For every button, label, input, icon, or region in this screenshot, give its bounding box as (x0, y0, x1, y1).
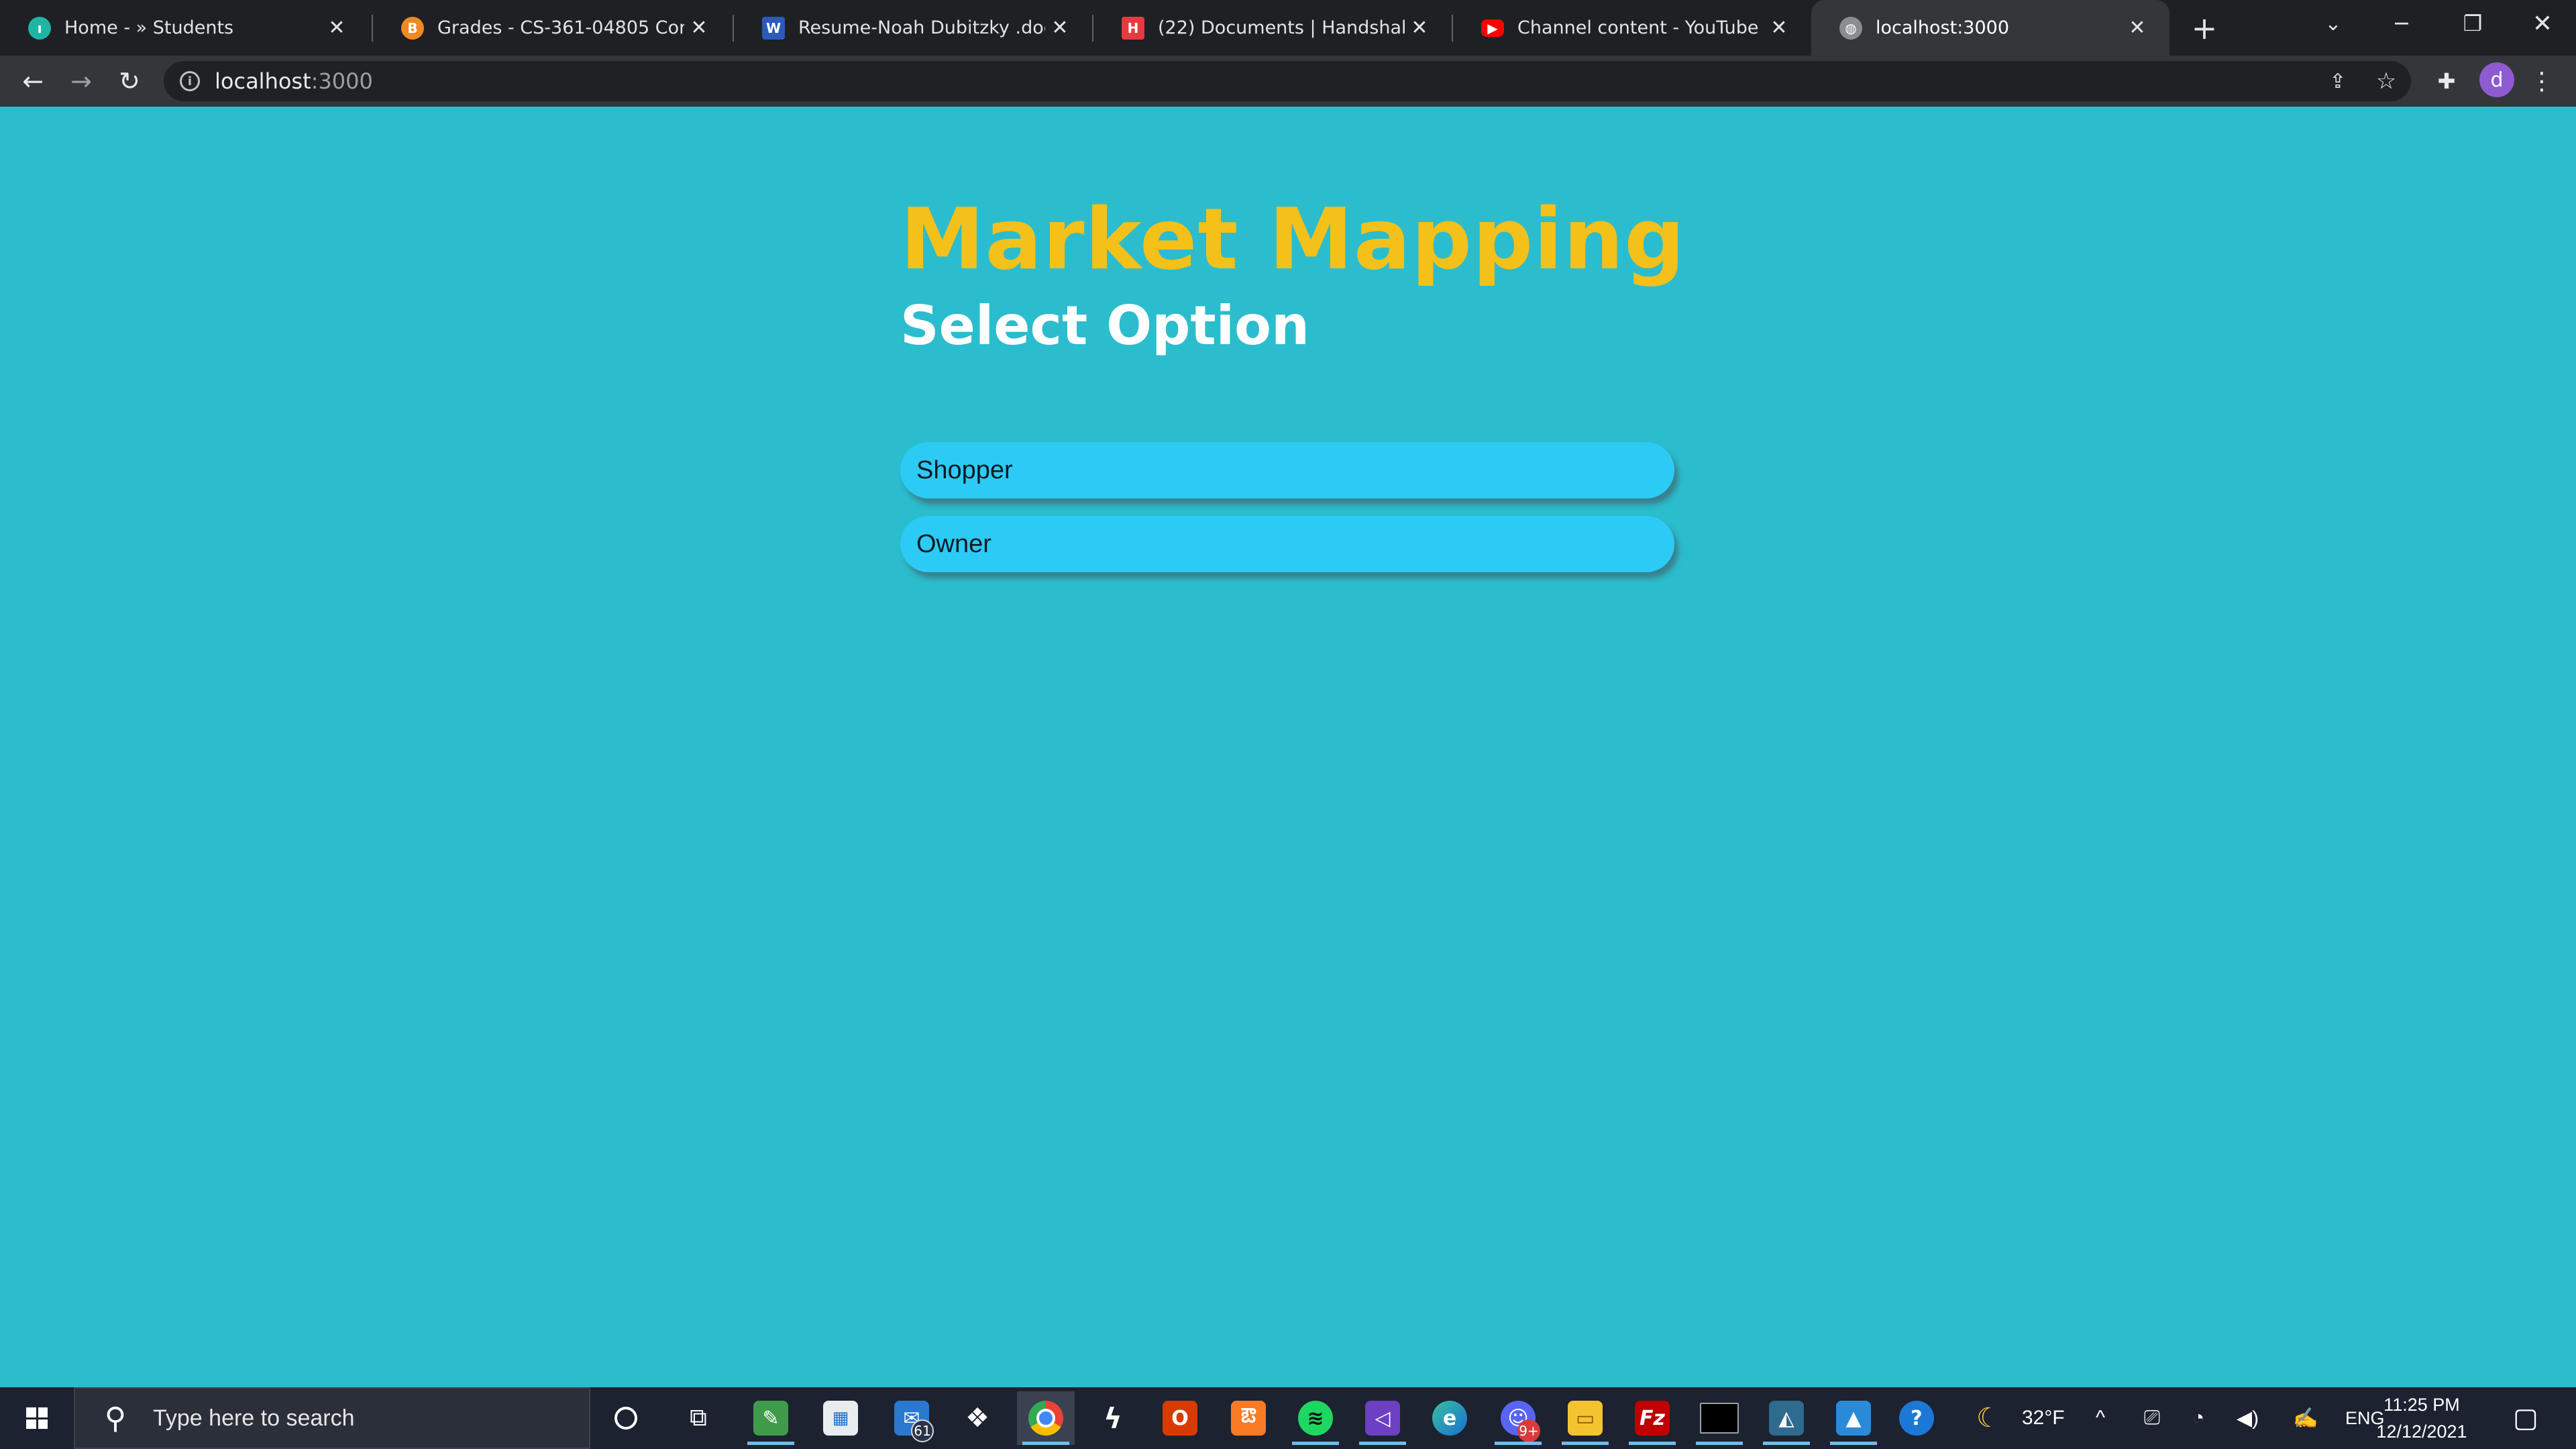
windows-taskbar: ⚲ Type here to search ⧉ ✎ ▦ ✉ 61 ❖ ϟ O ఔ … (0, 1387, 2576, 1449)
close-icon[interactable]: ✕ (2123, 13, 2152, 43)
close-icon[interactable]: ✕ (684, 13, 714, 43)
notification-center-icon[interactable]: ▢ (2513, 1387, 2538, 1449)
tab-title: Home - » Students (64, 17, 234, 38)
task-view-icon[interactable]: ⧉ (669, 1391, 727, 1445)
running-indicator (1696, 1442, 1743, 1445)
photos-icon[interactable]: ▲ (1825, 1391, 1882, 1445)
restore-button[interactable]: ❐ (2439, 0, 2506, 47)
tab-youtube-studio[interactable]: ▶ Channel content - YouTube Studi ✕ (1453, 0, 1811, 56)
tab-grades[interactable]: B Grades - CS-361-04805 Comp Sc ✕ (373, 0, 731, 56)
running-indicator (1495, 1442, 1542, 1445)
pen-workspace-icon[interactable]: ✍ (2293, 1387, 2318, 1449)
browser-toolbar: ← → ↻ i localhost:3000 ⇪ ☆ ✚ ⋮ (0, 56, 2576, 107)
tab-title: (22) Documents | Handshake (1158, 17, 1405, 38)
mysql-workbench-icon[interactable]: ◭ (1758, 1391, 1815, 1445)
close-icon[interactable]: ✕ (1045, 13, 1075, 43)
word-icon: W (762, 16, 785, 40)
taskbar-search-box[interactable]: ⚲ Type here to search (74, 1387, 590, 1449)
bookmark-star-icon[interactable]: ☆ (2363, 56, 2410, 107)
edge-icon[interactable]: e (1421, 1391, 1479, 1445)
spotify-icon[interactable]: ≋ (1287, 1391, 1344, 1445)
menu-kebab-icon[interactable]: ⋮ (2518, 56, 2565, 107)
owner-option-button[interactable]: Owner (900, 516, 1674, 572)
running-indicator (1292, 1442, 1339, 1445)
url-port: :3000 (311, 68, 373, 94)
clock-time: 11:25 PM (2383, 1395, 2460, 1415)
mail-badge: 61 (911, 1419, 934, 1442)
wifi-icon[interactable]: ◔ (2192, 1387, 2204, 1449)
cortana-icon[interactable] (597, 1391, 655, 1445)
info-icon[interactable]: i (180, 71, 200, 91)
taskbar-search-placeholder: Type here to search (153, 1405, 355, 1431)
xampp-icon[interactable]: ఔ (1220, 1391, 1277, 1445)
running-indicator (1830, 1442, 1877, 1445)
handshake-icon: H (1122, 16, 1144, 40)
forward-arrow-icon[interactable]: → (58, 56, 105, 107)
tab-title: Channel content - YouTube Studi (1517, 17, 1764, 38)
running-indicator (1562, 1442, 1609, 1445)
youtube-icon: ▶ (1481, 19, 1504, 37)
new-tab-button[interactable]: + (2171, 3, 2238, 54)
mail-icon[interactable]: ✉ 61 (883, 1391, 941, 1445)
tab-title: localhost:3000 (1876, 17, 2010, 38)
reload-icon[interactable]: ↻ (106, 56, 153, 107)
page-subtitle: Select Option (900, 294, 1309, 357)
weather-moon-icon[interactable]: ☾ (1976, 1387, 2000, 1449)
volume-icon[interactable]: ◀) (2237, 1387, 2259, 1449)
students-icon: ı (28, 16, 51, 40)
close-icon[interactable]: ✕ (1764, 13, 1794, 43)
filezilla-icon[interactable]: Fz (1623, 1391, 1681, 1445)
discord-icon[interactable]: ☺ 9+ (1489, 1391, 1547, 1445)
tab-search-chevron-icon[interactable]: ⌄ (2300, 0, 2367, 47)
tab-title: Grades - CS-361-04805 Comp Sc (437, 17, 684, 38)
tab-title: Resume-Noah Dubitzky .docx (798, 17, 1045, 38)
tab-handshake[interactable]: H (22) Documents | Handshake ✕ (1093, 0, 1452, 56)
minimize-button[interactable]: ─ (2368, 0, 2435, 47)
visual-studio-icon[interactable]: ◁ (1354, 1391, 1411, 1445)
bolt-app-icon[interactable]: ϟ (1084, 1391, 1142, 1445)
weather-temperature[interactable]: 32°F (2022, 1387, 2065, 1449)
profile-avatar[interactable]: d (2479, 62, 2514, 97)
grades-icon: B (401, 16, 424, 40)
page-content: Market Mapping Select Option Shopper Own… (0, 107, 2576, 1387)
close-icon[interactable]: ✕ (1405, 13, 1434, 43)
share-icon[interactable]: ⇪ (2314, 56, 2361, 107)
running-indicator (1022, 1442, 1069, 1445)
close-icon[interactable]: ✕ (322, 13, 352, 43)
chrome-icon[interactable] (1017, 1391, 1075, 1445)
tab-students[interactable]: ı Home - » Students ✕ (0, 0, 369, 56)
running-indicator (1763, 1442, 1810, 1445)
windows-logo-icon (26, 1407, 48, 1429)
url-text: localhost:3000 (215, 68, 373, 94)
windows-start-button[interactable] (0, 1387, 74, 1449)
browser-tab-strip: ı Home - » Students ✕ B Grades - CS-361-… (0, 0, 2576, 56)
system-clock[interactable]: 11:25 PM 12/12/2021 (2375, 1387, 2469, 1449)
running-indicator (1359, 1442, 1406, 1445)
tab-localhost[interactable]: ◍ localhost:3000 ✕ (1811, 0, 2169, 56)
running-indicator (1629, 1442, 1676, 1445)
search-icon: ⚲ (104, 1401, 127, 1436)
address-bar[interactable]: i localhost:3000 (164, 61, 2411, 101)
microsoft-store-icon[interactable]: ▦ (812, 1391, 869, 1445)
photo-editor-icon[interactable]: ✎ (742, 1391, 800, 1445)
file-explorer-icon[interactable]: ▭ (1556, 1391, 1614, 1445)
tab-resume[interactable]: W Resume-Noah Dubitzky .docx ✕ (734, 0, 1092, 56)
shopper-option-button[interactable]: Shopper (900, 442, 1674, 498)
office-icon[interactable]: O (1151, 1391, 1209, 1445)
back-arrow-icon[interactable]: ← (9, 56, 56, 107)
running-indicator (747, 1442, 794, 1445)
dropbox-icon[interactable]: ❖ (949, 1391, 1006, 1445)
discord-badge: 9+ (1517, 1419, 1540, 1442)
meet-now-icon[interactable]: ⎚ (2144, 1387, 2160, 1449)
globe-icon: ◍ (1839, 16, 1862, 40)
show-hidden-icons-chevron-icon[interactable]: ^ (2096, 1387, 2105, 1449)
url-host: localhost (215, 68, 311, 94)
clock-date: 12/12/2021 (2376, 1421, 2467, 1442)
terminal-icon[interactable] (1690, 1391, 1748, 1445)
app-title: Market Mapping (900, 190, 1686, 288)
help-icon[interactable]: ? (1888, 1391, 1945, 1445)
extensions-puzzle-icon[interactable]: ✚ (2423, 56, 2470, 107)
close-window-button[interactable]: ✕ (2509, 0, 2576, 47)
